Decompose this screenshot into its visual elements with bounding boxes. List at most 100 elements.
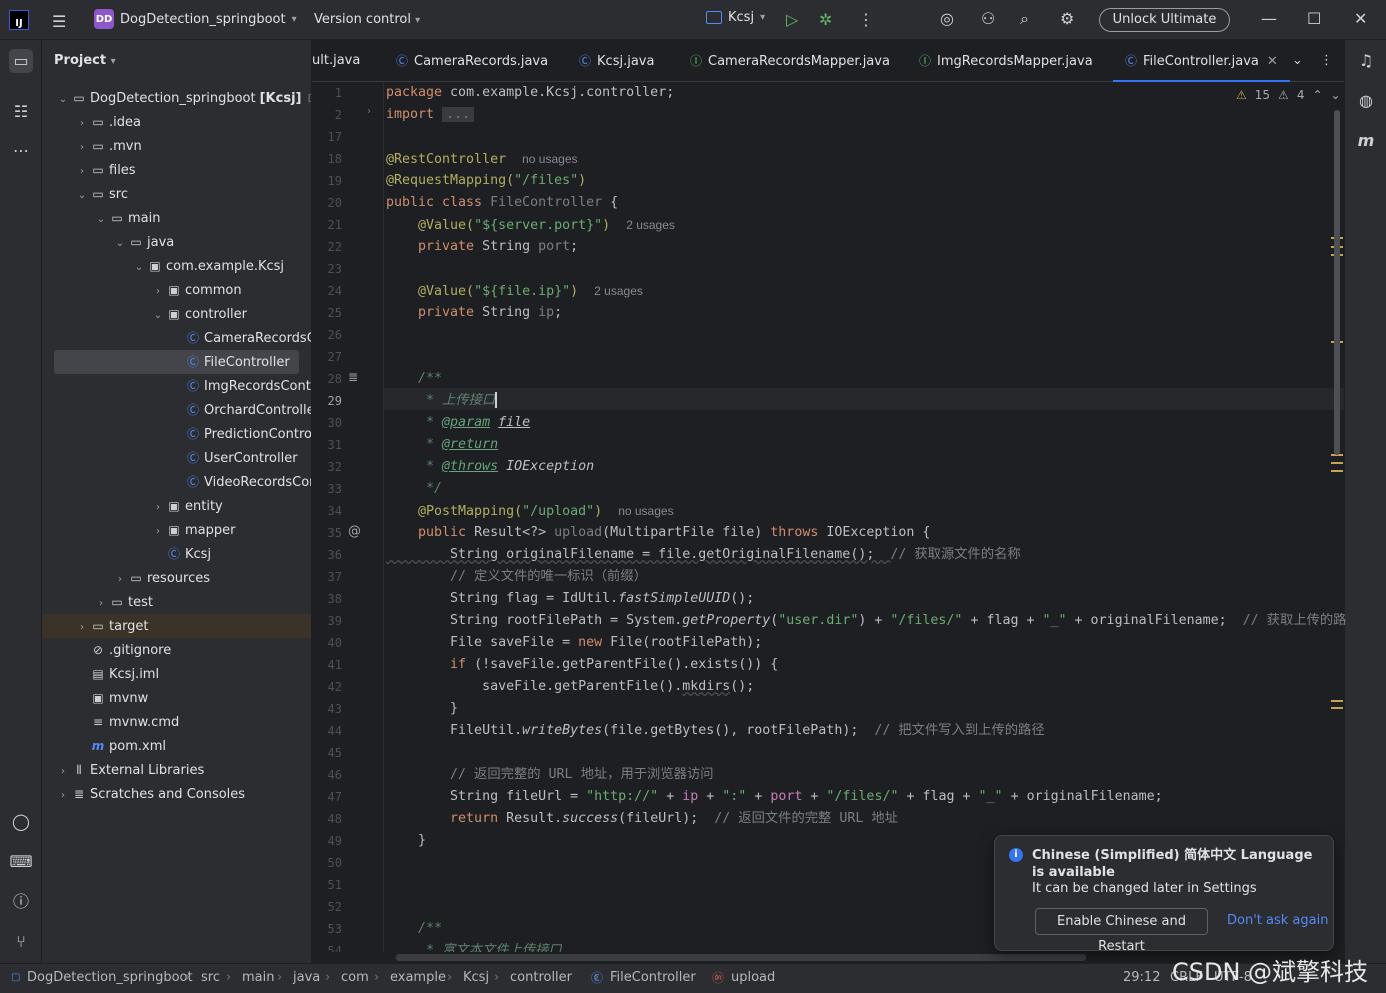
usages-hint[interactable]: 2 usages — [626, 218, 675, 232]
breadcrumb-item[interactable]: controller — [510, 964, 572, 992]
code-line-41[interactable]: if (!saveFile.getParentFile().exists()) … — [386, 654, 778, 676]
chevron-down-icon[interactable]: ⌄ — [113, 232, 127, 256]
usages-hint[interactable]: no usages — [618, 504, 673, 518]
run-icon[interactable]: ▷ — [786, 12, 798, 28]
tree-item[interactable]: ⊘ .gitignore — [42, 638, 311, 662]
doc-render-icon[interactable]: ≣ — [348, 370, 358, 384]
tree-item[interactable]: › ▣ common — [42, 278, 311, 304]
tree-item[interactable]: › ⫴ External Libraries — [42, 758, 311, 784]
tree-item[interactable]: Ⓒ FileController — [54, 350, 299, 374]
code-line-18[interactable]: @RestController no usages — [386, 148, 578, 170]
problems-icon[interactable]: ⓘ — [9, 890, 33, 914]
run-config-selector[interactable]: Kcsj ▾ — [706, 10, 765, 25]
code-line-21[interactable]: @Value("${server.port}") 2 usages — [386, 214, 675, 236]
tree-item[interactable]: Ⓒ Kcsj — [42, 542, 311, 566]
breadcrumb-item[interactable]: upload — [731, 964, 775, 992]
tree-item[interactable]: › ▭ files — [42, 158, 311, 184]
tree-item[interactable]: Ⓒ OrchardController — [42, 398, 311, 422]
more-actions-icon[interactable]: ⋮ — [858, 12, 874, 28]
breadcrumb-item[interactable]: example — [390, 964, 446, 992]
tree-item[interactable]: ⌄ ▭ src — [42, 182, 311, 208]
chevron-right-icon[interactable]: › — [56, 760, 70, 784]
structure-icon[interactable]: ☷ — [9, 100, 33, 124]
tab-result-java[interactable]: ult.java — [312, 40, 360, 82]
tree-item[interactable]: › ▭ .idea — [42, 110, 311, 134]
chevron-down-icon[interactable]: ⌄ — [132, 256, 146, 280]
code-line-34[interactable]: @PostMapping("/upload") no usages — [386, 500, 674, 522]
minimize-icon[interactable]: — — [1261, 11, 1277, 27]
code-line-48[interactable]: return Result.success(fileUrl); // 返回文件的… — [386, 808, 898, 830]
project-panel-title[interactable]: Project ▾ — [54, 53, 116, 68]
chevron-right-icon[interactable]: › — [75, 160, 89, 184]
tree-item[interactable]: Ⓒ PredictionController — [42, 422, 311, 446]
code-line-40[interactable]: File saveFile = new File(rootFilePath); — [386, 632, 762, 654]
code-line-31[interactable]: * @return — [386, 434, 498, 456]
code-line-33[interactable]: */ — [386, 478, 442, 500]
code-line-19[interactable]: @RequestMapping("/files") — [386, 170, 586, 192]
main-menu-icon[interactable]: ☰ — [52, 12, 66, 31]
scrollbar-thumb[interactable] — [396, 954, 1086, 961]
code-line-29[interactable]: * 上传接口 — [386, 390, 498, 412]
code-line-49[interactable]: } — [386, 830, 426, 852]
code-line-32[interactable]: * @throws IOException — [386, 456, 594, 478]
project-folder-icon[interactable]: ▭ — [9, 49, 33, 73]
services-icon[interactable]: ◯ — [9, 810, 33, 834]
chevron-right-icon[interactable]: › — [151, 280, 165, 304]
ai-assistant-icon[interactable]: ◎ — [940, 11, 954, 27]
tab-img-records-mapper-java[interactable]: Ⓘ ImgRecordsMapper.java — [919, 40, 1093, 82]
code-line-43[interactable]: } — [386, 698, 458, 720]
project-selector[interactable]: DD DogDetection_springboot ▾ — [94, 9, 297, 29]
tab-list-chevron-icon[interactable]: ⌄ — [1292, 40, 1303, 82]
terminal-icon[interactable]: ⌨ — [9, 850, 33, 874]
tree-item[interactable]: Ⓒ VideoRecordsController — [42, 470, 311, 494]
code-line-46[interactable]: // 返回完整的 URL 地址，用于浏览器访问 — [386, 764, 714, 786]
breadcrumb-item[interactable]: com — [341, 964, 369, 992]
tree-item[interactable]: › ▭ test — [42, 590, 311, 614]
next-highlight-icon[interactable]: ⌄ — [1331, 88, 1341, 102]
breadcrumb-item[interactable]: java — [293, 964, 320, 992]
tree-item[interactable]: ⌄ ▣ controller — [42, 302, 311, 328]
tree-item[interactable]: Ⓒ UserController — [42, 446, 311, 470]
tree-item[interactable]: m pom.xml — [42, 734, 311, 758]
maven-icon[interactable]: m — [1354, 129, 1378, 153]
code-line-47[interactable]: String fileUrl = "http://" + ip + ":" + … — [386, 786, 1163, 808]
tree-item[interactable]: ≡ mvnw.cmd — [42, 710, 311, 734]
chevron-right-icon[interactable]: › — [75, 616, 89, 640]
code-line-22[interactable]: private String port; — [386, 236, 578, 258]
chevron-right-icon[interactable]: › — [75, 136, 89, 160]
code-line-2[interactable]: import ... — [386, 104, 475, 126]
previous-highlight-icon[interactable]: ⌃ — [1312, 88, 1322, 102]
tab-camera-records-java[interactable]: Ⓒ CameraRecords.java — [396, 40, 548, 82]
tab-kcsj-java[interactable]: Ⓒ Kcsj.java — [579, 40, 654, 82]
code-line-42[interactable]: saveFile.getParentFile().mkdirs(); — [386, 676, 754, 698]
code-line-53[interactable]: /** — [386, 918, 442, 940]
version-control-menu[interactable]: Version control ▾ — [314, 12, 420, 27]
close-tab-icon[interactable]: ✕ — [1267, 54, 1278, 69]
code-line-30[interactable]: * @param file — [386, 412, 530, 434]
fold-arrow-icon[interactable]: › — [367, 106, 371, 117]
folded-imports[interactable]: ... — [442, 107, 475, 122]
tree-item[interactable]: ⌄ ▭ main — [42, 206, 311, 230]
tree-item[interactable]: ⌄ ▭ java — [42, 230, 311, 256]
git-branch-icon[interactable]: ⑂ — [9, 930, 33, 954]
chevron-right-icon[interactable]: › — [56, 784, 70, 808]
vertical-scrollbar[interactable] — [1334, 110, 1340, 455]
tab-more-icon[interactable]: ⋮ — [1320, 40, 1333, 82]
breadcrumb-item[interactable]: Kcsj — [463, 964, 489, 992]
breadcrumb-item[interactable]: main — [242, 964, 274, 992]
breadcrumb-item[interactable]: FileController — [610, 964, 696, 992]
chevron-right-icon[interactable]: › — [113, 568, 127, 592]
tree-item[interactable]: › ≣ Scratches and Consoles — [42, 782, 311, 808]
code-line-54[interactable]: * 富文本文件上传接口 — [386, 940, 562, 952]
warning-stripe-mark[interactable] — [1331, 470, 1343, 472]
warning-stripe-mark[interactable] — [1331, 707, 1343, 709]
chevron-down-icon[interactable]: ⌄ — [151, 304, 165, 328]
enable-chinese-button[interactable]: Enable Chinese and Restart — [1035, 908, 1208, 954]
tree-item[interactable]: Ⓒ ImgRecordsController — [42, 374, 311, 398]
debug-icon[interactable]: ✲ — [819, 12, 832, 28]
tab-file-controller-java[interactable]: Ⓒ FileController.java ✕ — [1113, 40, 1290, 82]
chevron-down-icon[interactable]: ⌄ — [75, 184, 89, 208]
close-icon[interactable]: ✕ — [1354, 11, 1367, 27]
settings-gear-icon[interactable]: ⚙ — [1060, 11, 1074, 27]
code-line-1[interactable]: package com.example.Kcsj.controller; — [386, 82, 674, 104]
